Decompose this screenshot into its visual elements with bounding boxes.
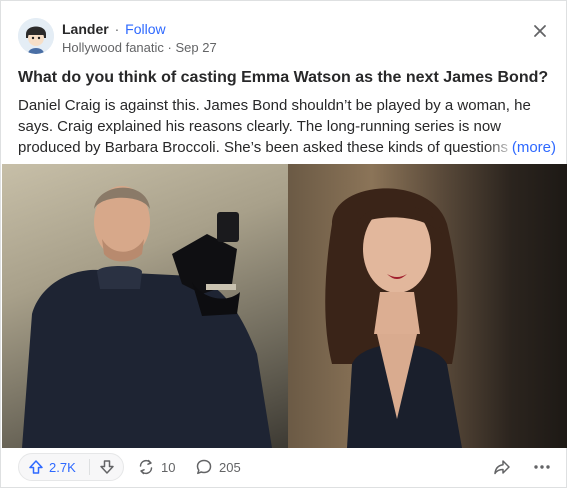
avatar-icon (18, 18, 54, 54)
close-button[interactable] (530, 21, 550, 41)
downvote-arrow-icon (100, 460, 114, 474)
author-line: Lander · Follow (62, 21, 166, 37)
author-credential[interactable]: Hollywood fanatic (62, 40, 164, 55)
share-count: 10 (161, 459, 176, 475)
separator-dot: · (114, 21, 120, 37)
action-bar: 2.7K 10 205 (18, 453, 552, 481)
meta-separator: · (167, 40, 172, 55)
vote-divider (89, 459, 90, 475)
upvote-button[interactable]: 2.7K (19, 454, 89, 480)
post-card: Lander · Follow Hollywood fanatic · Sep … (0, 0, 567, 488)
share-cycle-icon (139, 459, 153, 475)
comment-count: 205 (219, 459, 241, 475)
post-date[interactable]: Sep 27 (175, 40, 216, 55)
answer-line-3-container: produced by Barbara Broccoli. She’s been… (18, 137, 558, 158)
forward-share-button[interactable] (492, 457, 512, 477)
more-options-button[interactable] (532, 457, 552, 477)
share-button[interactable]: 10 (137, 453, 175, 481)
more-dots-icon (534, 465, 550, 469)
avatar[interactable] (18, 18, 54, 54)
comment-button[interactable]: 205 (195, 453, 241, 481)
more-link[interactable]: (more) (507, 137, 556, 158)
photo-illustration (22, 186, 462, 448)
close-icon (534, 25, 546, 37)
answer-line-1: Daniel Craig is against this. James Bond… (18, 97, 531, 114)
upvote-arrow-icon (29, 460, 43, 474)
author-name[interactable]: Lander (62, 21, 109, 37)
upvote-count: 2.7K (49, 459, 76, 475)
follow-button[interactable]: Follow (125, 21, 165, 37)
downvote-button[interactable] (91, 454, 123, 480)
forward-share-icon (494, 460, 510, 475)
vote-pill: 2.7K (18, 453, 124, 481)
comment-bubble-icon (196, 459, 212, 475)
post-image[interactable] (2, 164, 567, 448)
post-header: Lander · Follow Hollywood fanatic · Sep … (18, 18, 556, 58)
answer-line-3: produced by Barbara Broccoli. She’s been… (18, 139, 517, 156)
answer-preview[interactable]: Daniel Craig is against this. James Bond… (18, 95, 558, 158)
meta-line: Hollywood fanatic · Sep 27 (62, 40, 217, 55)
question-title[interactable]: What do you think of casting Emma Watson… (18, 68, 558, 88)
answer-line-2: says. Craig explained his reasons clearl… (18, 118, 502, 135)
